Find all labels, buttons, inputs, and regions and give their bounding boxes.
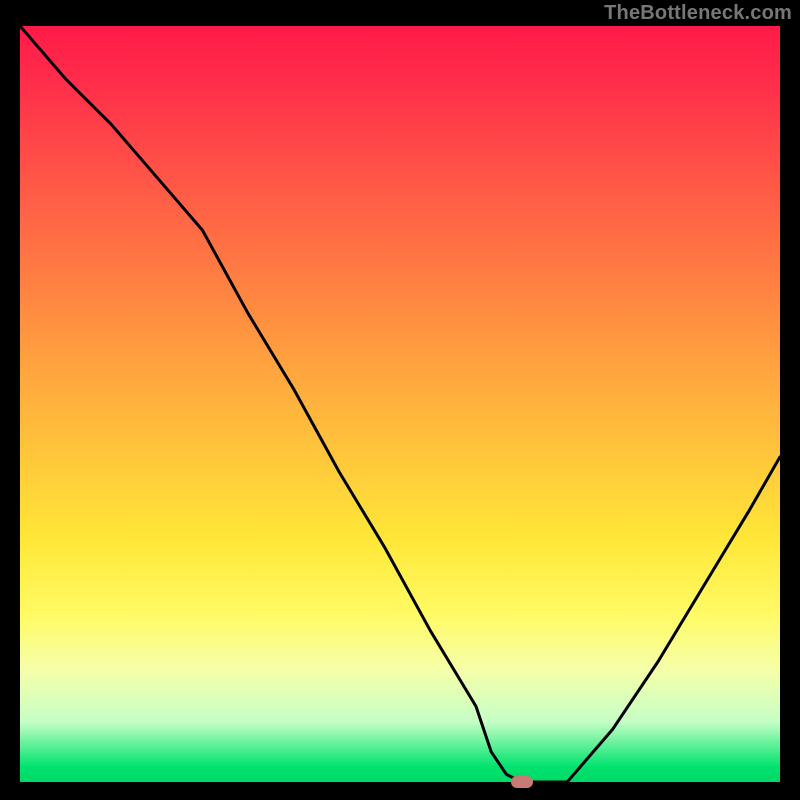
watermark-text: TheBottleneck.com <box>604 2 792 25</box>
plot-area <box>20 26 780 782</box>
bottleneck-marker <box>511 776 533 788</box>
chart-frame: TheBottleneck.com <box>0 0 800 800</box>
chart-line <box>20 26 780 782</box>
bottleneck-curve-path <box>20 26 780 782</box>
